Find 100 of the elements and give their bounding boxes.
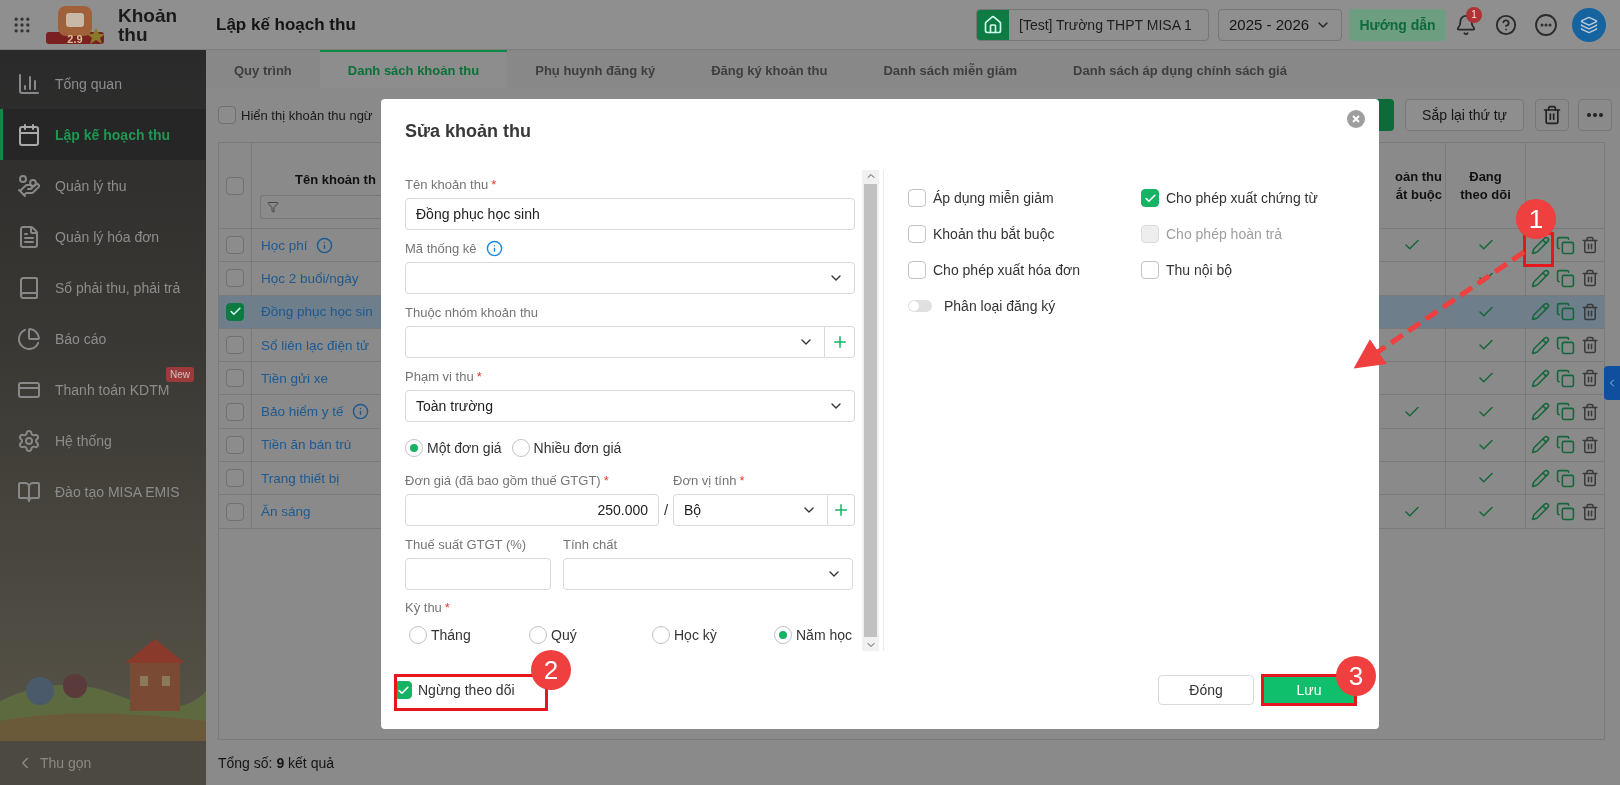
trash-icon[interactable]: [1580, 435, 1599, 454]
school-selector[interactable]: [Test] Trường THPT MISA 1: [976, 8, 1209, 41]
checkbox[interactable]: [1141, 261, 1159, 279]
more-button[interactable]: [1578, 99, 1612, 131]
delete-button[interactable]: [1535, 99, 1569, 131]
copy-icon[interactable]: [1555, 468, 1575, 488]
table-row[interactable]: Học phí: [219, 229, 381, 263]
help-icon[interactable]: [1495, 13, 1517, 36]
collapse-button[interactable]: Thu gọn: [0, 741, 206, 785]
checkbox[interactable]: [226, 502, 244, 521]
checkbox[interactable]: [226, 176, 244, 195]
price-input[interactable]: 250.000: [405, 493, 659, 526]
copy-icon[interactable]: [1555, 235, 1575, 255]
trash-icon[interactable]: [1580, 336, 1599, 355]
trash-icon[interactable]: [1580, 402, 1599, 421]
table-cell[interactable]: Tiền ăn bán trú: [261, 437, 352, 453]
checkbox[interactable]: [908, 189, 926, 207]
checkbox[interactable]: [226, 302, 244, 321]
trash-icon[interactable]: [1580, 302, 1599, 321]
edit-icon[interactable]: [1530, 502, 1550, 521]
checkbox[interactable]: [908, 225, 926, 243]
info-icon[interactable]: [351, 403, 369, 421]
tab[interactable]: Danh sách khoản thu: [319, 50, 508, 88]
table-cell[interactable]: Tiền gửi xe: [261, 370, 329, 386]
edit-icon[interactable]: [1530, 402, 1550, 422]
checkbox[interactable]: [218, 106, 236, 124]
table-row[interactable]: [1379, 262, 1604, 296]
table-row[interactable]: Ăn sáng: [219, 495, 381, 529]
radio-button[interactable]: [774, 626, 792, 645]
add-button[interactable]: [828, 493, 855, 526]
radio-button[interactable]: [511, 438, 530, 457]
table-row[interactable]: Sổ liên lạc điện tử: [219, 328, 381, 363]
tab[interactable]: Danh sách áp dụng chính sách giá: [1045, 50, 1315, 88]
year-select[interactable]: 2025 - 2026: [1218, 8, 1342, 41]
tab[interactable]: Phụ huynh đăng ký: [507, 50, 684, 88]
radio-button[interactable]: [409, 626, 427, 645]
table-row[interactable]: Tiền gửi xe: [219, 362, 381, 396]
copy-icon[interactable]: [1555, 335, 1575, 355]
edit-icon[interactable]: [1530, 302, 1550, 322]
trash-icon[interactable]: [1580, 236, 1599, 255]
dropdown[interactable]: [405, 262, 855, 294]
table-row[interactable]: [1379, 395, 1604, 429]
table-row[interactable]: [1379, 295, 1604, 329]
checkbox[interactable]: [1141, 189, 1159, 207]
text-input[interactable]: [405, 557, 551, 590]
checkbox[interactable]: [226, 336, 244, 355]
sidebar-item[interactable]: Quản lý hóa đơn: [0, 211, 206, 262]
table-row[interactable]: Bảo hiểm y tế: [219, 395, 381, 429]
sidebar-item[interactable]: Báo cáo: [0, 313, 206, 364]
guide-button[interactable]: Hướng dẫn: [1349, 8, 1446, 41]
info-icon[interactable]: [315, 236, 333, 254]
trash-icon[interactable]: [1580, 369, 1599, 388]
table-row[interactable]: Tiền ăn bán trú: [219, 428, 381, 463]
table-row[interactable]: [1379, 495, 1604, 529]
dropdown[interactable]: Toàn trường: [405, 390, 855, 422]
table-cell[interactable]: Sổ liên lạc điện tử: [261, 337, 370, 353]
copy-icon[interactable]: [1555, 435, 1575, 455]
sidebar-item[interactable]: Sổ phải thu, phải trả: [0, 262, 206, 313]
filter-field[interactable]: [260, 195, 381, 219]
checkbox[interactable]: [226, 435, 244, 454]
side-panel-toggle[interactable]: [1604, 366, 1620, 400]
table-cell[interactable]: Học phí: [261, 237, 308, 253]
sidebar-item[interactable]: Tổng quan: [0, 58, 206, 109]
sidebar-item[interactable]: Thanh toán KDTM New: [0, 364, 206, 415]
sidebar-item[interactable]: Lập kế hoạch thu: [0, 109, 206, 160]
edit-icon[interactable]: [1530, 235, 1550, 255]
table-cell[interactable]: Học 2 buổi/ngày: [261, 270, 359, 286]
copy-icon[interactable]: [1555, 268, 1575, 288]
edit-icon[interactable]: [1530, 435, 1550, 455]
trash-icon[interactable]: [1580, 269, 1599, 288]
trash-icon[interactable]: [1580, 502, 1599, 521]
table-row[interactable]: [1379, 462, 1604, 496]
edit-icon[interactable]: [1530, 468, 1550, 488]
more-icon[interactable]: [1534, 12, 1558, 37]
radio-button[interactable]: [405, 438, 423, 457]
copy-icon[interactable]: [1555, 368, 1575, 388]
sidebar-item[interactable]: Quản lý thu: [0, 160, 206, 211]
edit-icon[interactable]: [1530, 335, 1550, 355]
avatar[interactable]: [1572, 7, 1606, 42]
table-cell[interactable]: Đồng phục học sin: [261, 304, 373, 320]
table-row[interactable]: Đồng phục học sin: [219, 295, 381, 329]
close-icon[interactable]: [1347, 110, 1365, 128]
tab[interactable]: Đăng ký khoản thu: [683, 50, 856, 88]
sidebar-item[interactable]: Hệ thống: [0, 415, 206, 466]
table-cell[interactable]: Trang thiết bị: [261, 470, 340, 486]
table-cell[interactable]: Bảo hiểm y tế: [261, 404, 344, 420]
table-row[interactable]: Học 2 buổi/ngày: [219, 262, 381, 296]
scrollbar[interactable]: [862, 170, 879, 651]
sidebar-item[interactable]: Đào tạo MISA EMIS: [0, 466, 206, 517]
checkbox[interactable]: [226, 469, 244, 488]
table-row[interactable]: Trang thiết bị: [219, 462, 381, 496]
checkbox[interactable]: [908, 261, 926, 279]
trash-icon[interactable]: [1580, 469, 1599, 488]
tab[interactable]: Danh sách miễn giảm: [855, 50, 1046, 88]
close-button[interactable]: Đóng: [1158, 675, 1254, 705]
checkbox[interactable]: [226, 402, 244, 421]
checkbox[interactable]: [226, 236, 244, 255]
copy-icon[interactable]: [1555, 502, 1575, 521]
checkbox[interactable]: [226, 269, 244, 288]
dropdown[interactable]: Bộ: [673, 493, 829, 526]
